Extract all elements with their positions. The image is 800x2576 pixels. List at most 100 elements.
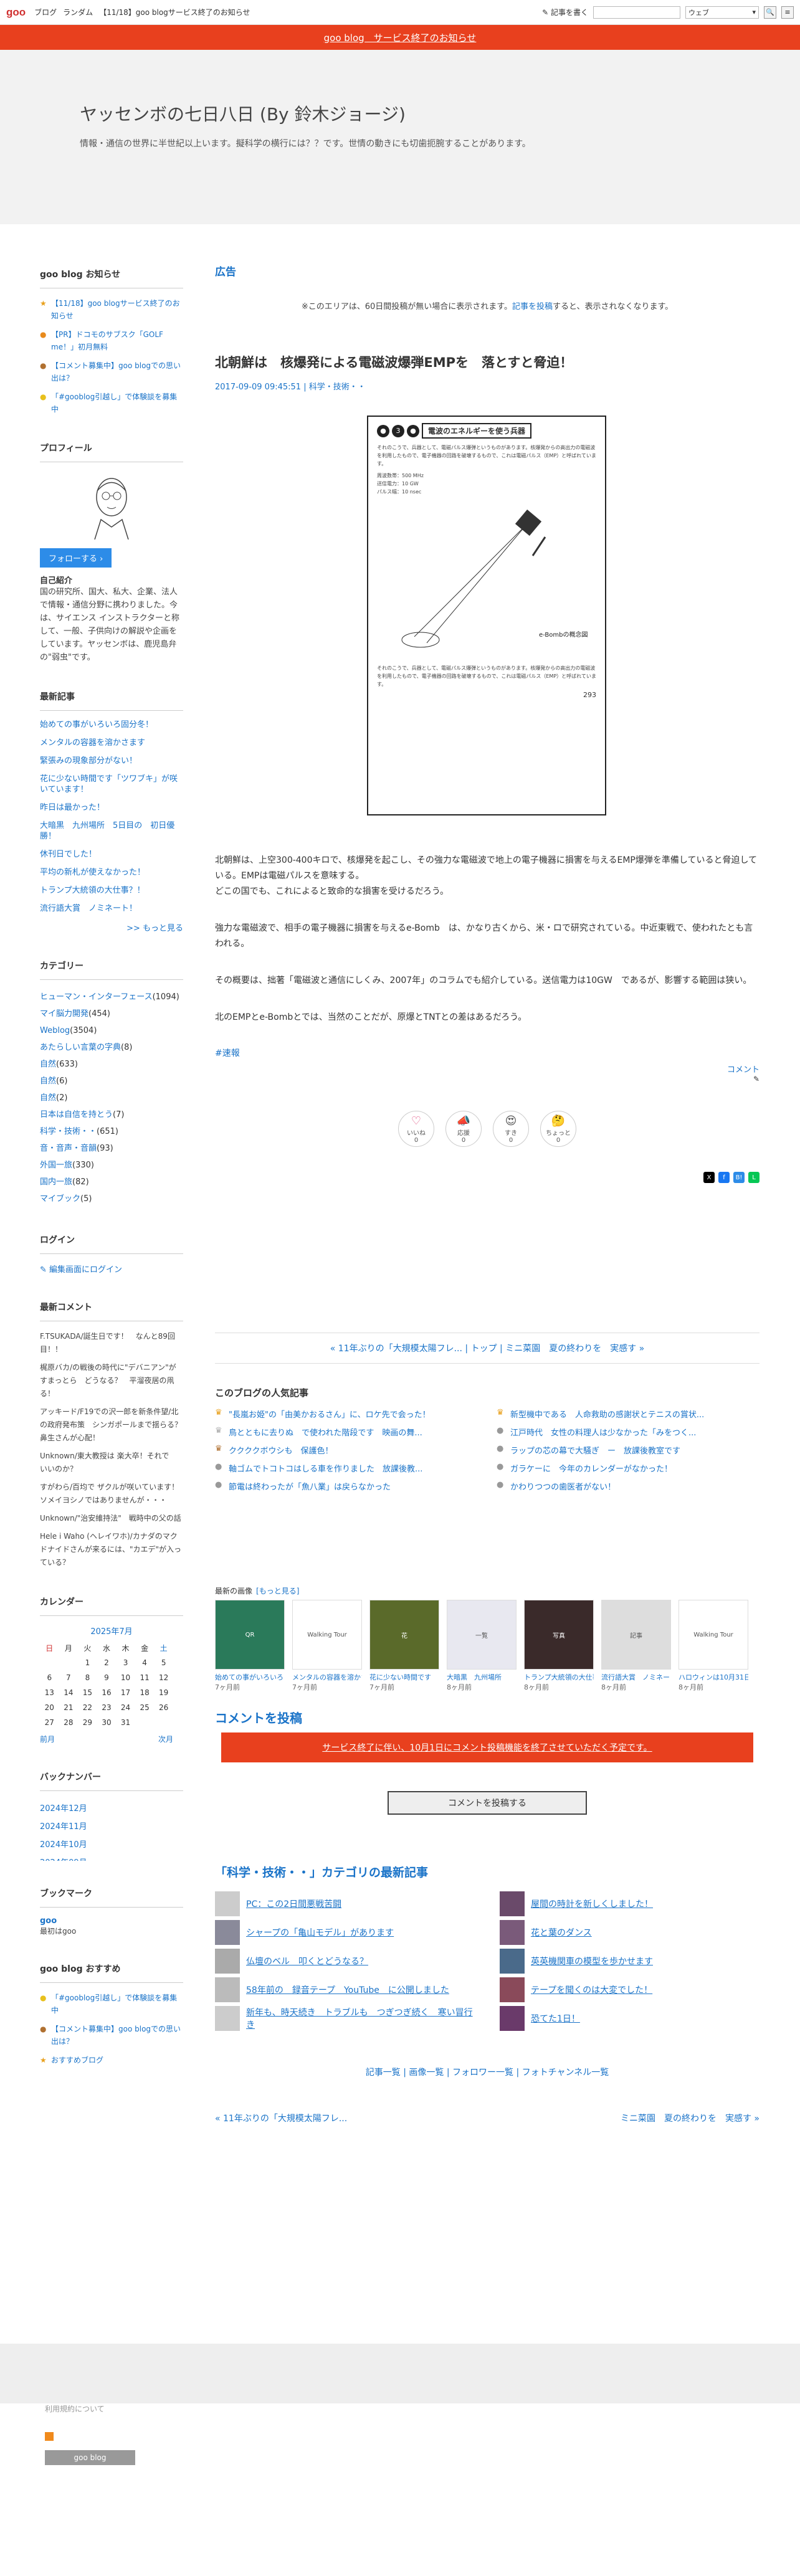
popular-item[interactable]: ● 江戸時代 女性の料理人は少なかった「みをつく... [497,1426,760,1438]
category-item[interactable]: 自然(633) [40,1056,183,1073]
latest-item[interactable]: 花と葉のダンス [500,1920,760,1945]
image-thumbnail[interactable]: 一覧 [447,1600,517,1670]
popular-item[interactable]: ● ラップの芯の幕で大騒ぎ ー 放課後教室です [497,1444,760,1456]
backnumber-scroll[interactable]: 2024年12月 2024年11月 2024年10月 2024年09月 [40,1800,183,1861]
article-category[interactable]: 科学・技術・・ [309,383,366,392]
search-input[interactable] [593,6,680,19]
recent-item[interactable]: トランプ大統領の大仕事？！ [40,885,183,896]
images-more-link[interactable]: [もっと見る] [256,1587,299,1595]
pager-top[interactable]: トップ [471,1344,497,1354]
follow-button[interactable]: フォローする › [40,548,112,568]
category-item[interactable]: 自然(6) [40,1073,183,1090]
comment-item[interactable]: F.TSUKADA/誕生日です！ なんと89回目！！ [40,1330,183,1356]
article-tag[interactable]: #速報 [215,1047,760,1059]
reaction-hmm[interactable]: 🤔 ちょっと 0 [540,1111,576,1147]
calendar-prev[interactable]: 前月 [40,1734,55,1744]
image-thumbnail[interactable]: 記事 [601,1600,671,1670]
image-thumbnail[interactable]: QR [215,1600,285,1670]
line-share-icon[interactable]: L [748,1172,760,1183]
latest-item[interactable]: 恐てた1日！ [500,2006,760,2031]
hatena-share-icon[interactable]: B! [733,1172,745,1183]
comment-link[interactable]: コメント [215,1063,760,1075]
category-item[interactable]: マイ脳力開発(454) [40,1005,183,1022]
service-end-link[interactable]: goo blog サービス終了のお知らせ [324,31,477,44]
goo-blog-footer-logo[interactable]: goo blog [45,2450,135,2465]
latest-item[interactable]: 仏壇のベル 叩くとどうなる？ [215,1949,475,1974]
recent-item[interactable]: 流行語大賞 ノミネート！ [40,903,183,914]
prev-article-link[interactable]: « 11年ぶりの「大規模太陽フレ... [215,2112,347,2124]
category-item[interactable]: 外国一旅(330) [40,1157,183,1174]
category-item[interactable]: 科学・技術・・(651) [40,1123,183,1140]
recent-item[interactable]: 緊張みの現象部分がない！ [40,756,183,766]
nav-service-end[interactable]: 【11/18】goo blogサービス終了のお知らせ [99,7,250,17]
latest-item[interactable]: 英英機関車の模型を歩かせます [500,1949,760,1974]
edit-icon[interactable]: ✎ [215,1075,760,1083]
category-item[interactable]: ヒューマン・インターフェース(1094) [40,989,183,1005]
latest-item[interactable]: テープを聞くのは大変でした！ [500,1977,760,2002]
latest-item[interactable]: 58年前の 録音テープ YouTube に公開しました [215,1977,475,2002]
latest-item[interactable]: PC：この2日間悪戦苦闘 [215,1891,475,1916]
reaction-like[interactable]: ♡ いいね 0 [398,1111,434,1147]
article-title[interactable]: 北朝鮮は 核爆発による電磁波爆弾EMPを 落とすと脅迫！ [215,353,760,371]
comment-item[interactable]: すがわら/百均で ザクルが咲いています！ ソメイヨシノではありませんが・・・ [40,1481,186,1507]
blog-links[interactable]: 記事一覧 | 画像一覧 | フォロワー一覧 | フォトチャンネル一覧 [215,2066,760,2078]
popular-item[interactable]: ● ガラケーに 今年のカレンダーがなかった！ [497,1462,760,1474]
write-article-link[interactable]: ✎ 記事を書く [542,7,588,17]
reaction-love[interactable]: 😍 すき 0 [493,1111,529,1147]
footer-terms[interactable]: 利用規約について [45,2403,105,2414]
image-card[interactable]: 記事 流行語大賞 ノミネート 8ヶ月前 [601,1600,671,1692]
pager-prev[interactable]: « 11年ぶりの「大規模太陽フレ... [330,1344,462,1354]
image-card[interactable]: 一覧 大暗黒 九州場所 8ヶ月前 [447,1600,517,1692]
latest-item[interactable]: 屋間の時計を新しくしました！ [500,1891,760,1916]
bookmark-link[interactable]: goo [40,1916,183,1926]
category-item[interactable]: 音・音声・音韻(93) [40,1140,183,1157]
notice-item[interactable]: ★ 【11/18】goo blogサービス終了のお知らせ [40,297,183,322]
popular-item[interactable]: ♛ "長嵐お姫"の「由美かおるさん」に、ロケ先で会った！ [215,1408,478,1420]
search-scope-select[interactable]: ウェブ ▾ [685,6,759,19]
rss-icon[interactable] [45,2432,54,2441]
category-item[interactable]: 国内一旅(82) [40,1174,183,1191]
service-end-notice-link[interactable]: サービス終了に伴い、10月1日にコメント投稿機能を終了させていただく予定です。 [322,1743,652,1753]
recent-item[interactable]: 大暗黒 九州場所 5日目の 初日優勝！ [40,820,183,842]
category-item[interactable]: 日本は自信を持とう(7) [40,1106,183,1123]
category-item[interactable]: マイブック(5) [40,1191,183,1207]
popular-item[interactable]: ♛ ククククボウシも 保護色！ [215,1444,478,1456]
image-card[interactable]: Walking Tourメンタルの容器を溶かさます7ヶ月前 [292,1600,362,1692]
blog-title[interactable]: ヤッセンボの七日八日 (By 鈴木ジョージ) [80,101,800,126]
recent-item[interactable]: 昨日は最かった！ [40,802,183,813]
backnumber-item[interactable]: 2024年09月 [40,1854,183,1861]
popular-item[interactable]: ● かわりつつの歯医者がない！ [497,1480,760,1492]
image-card[interactable]: 写真 トランプ大統領の大仕事 8ヶ月前 [524,1600,594,1692]
popular-item[interactable]: ♛ 新型機中である 人命救助の感謝状とテニスの賞状... [497,1408,760,1420]
image-thumbnail[interactable]: Walking Tour [679,1600,748,1670]
nav-random[interactable]: ランダム [63,7,93,17]
popular-item[interactable]: ● 軸ゴムでトコトコはしる車を作りました 放課後教... [215,1462,478,1474]
search-icon[interactable]: 🔍 [764,6,776,19]
post-comment-button[interactable]: コメントを投稿する [388,1791,587,1815]
popular-item[interactable]: ● 節電は終わったが「魚八業」は戻らなかった [215,1480,478,1492]
latest-item[interactable]: 新年も、時天続き トラブルも つぎつぎ続く 寒い冒行き [215,2006,475,2031]
comment-item[interactable]: Unknown/東大教授は 楽大卒！それで いいのか？ [40,1450,183,1476]
login-link[interactable]: ✎ 編集画面にログイン [40,1263,183,1275]
notice-item[interactable]: ● 【コメント募集中】goo blogでの思い出は？ [40,359,183,384]
recent-item[interactable]: 始めての事がいろいろ固分冬！ [40,720,183,730]
menu-icon[interactable]: ≡ [781,6,794,19]
recent-item[interactable]: 平均の新札が使えなかった！ [40,867,183,878]
comment-item[interactable]: Unknown/"治安維持法" 戦時中の父の話 [40,1512,183,1525]
pager-next[interactable]: ミニ菜園 夏の終わりを 実感す » [505,1344,644,1354]
recommend-item[interactable]: ★ おすすめブログ [40,2054,183,2066]
next-article-link[interactable]: ミニ菜園 夏の終わりを 実感す » [621,2112,760,2124]
comment-item[interactable]: 梶原バカ/の戦後の時代に"デバニアン"がすまっとら どうなる？ 平溜夜居の凧る！ [40,1361,183,1400]
backnumber-item[interactable]: 2024年10月 [40,1836,183,1854]
image-card[interactable]: 花花に少ない時間です 7ヶ月前 [369,1600,439,1692]
backnumber-item[interactable]: 2024年11月 [40,1818,183,1836]
popular-item[interactable]: ♛ 鳥とともに去りぬ で使われた階段です 映画の舞... [215,1426,478,1438]
image-card[interactable]: QR 始めての事がいろいろ 7ヶ月前 [215,1600,285,1692]
latest-item[interactable]: シャープの「亀山モデル」があります [215,1920,475,1945]
category-item[interactable]: あたらしい言葉の字典(8) [40,1039,183,1056]
image-thumbnail[interactable]: Walking Tour [292,1600,362,1670]
image-thumbnail[interactable]: 写真 [524,1600,594,1670]
x-share-icon[interactable]: X [703,1172,715,1183]
more-link[interactable]: >> もっと見る [40,921,183,933]
recent-item[interactable]: 花に少ない時間です「ツワブキ」が咲いています！ [40,774,183,795]
